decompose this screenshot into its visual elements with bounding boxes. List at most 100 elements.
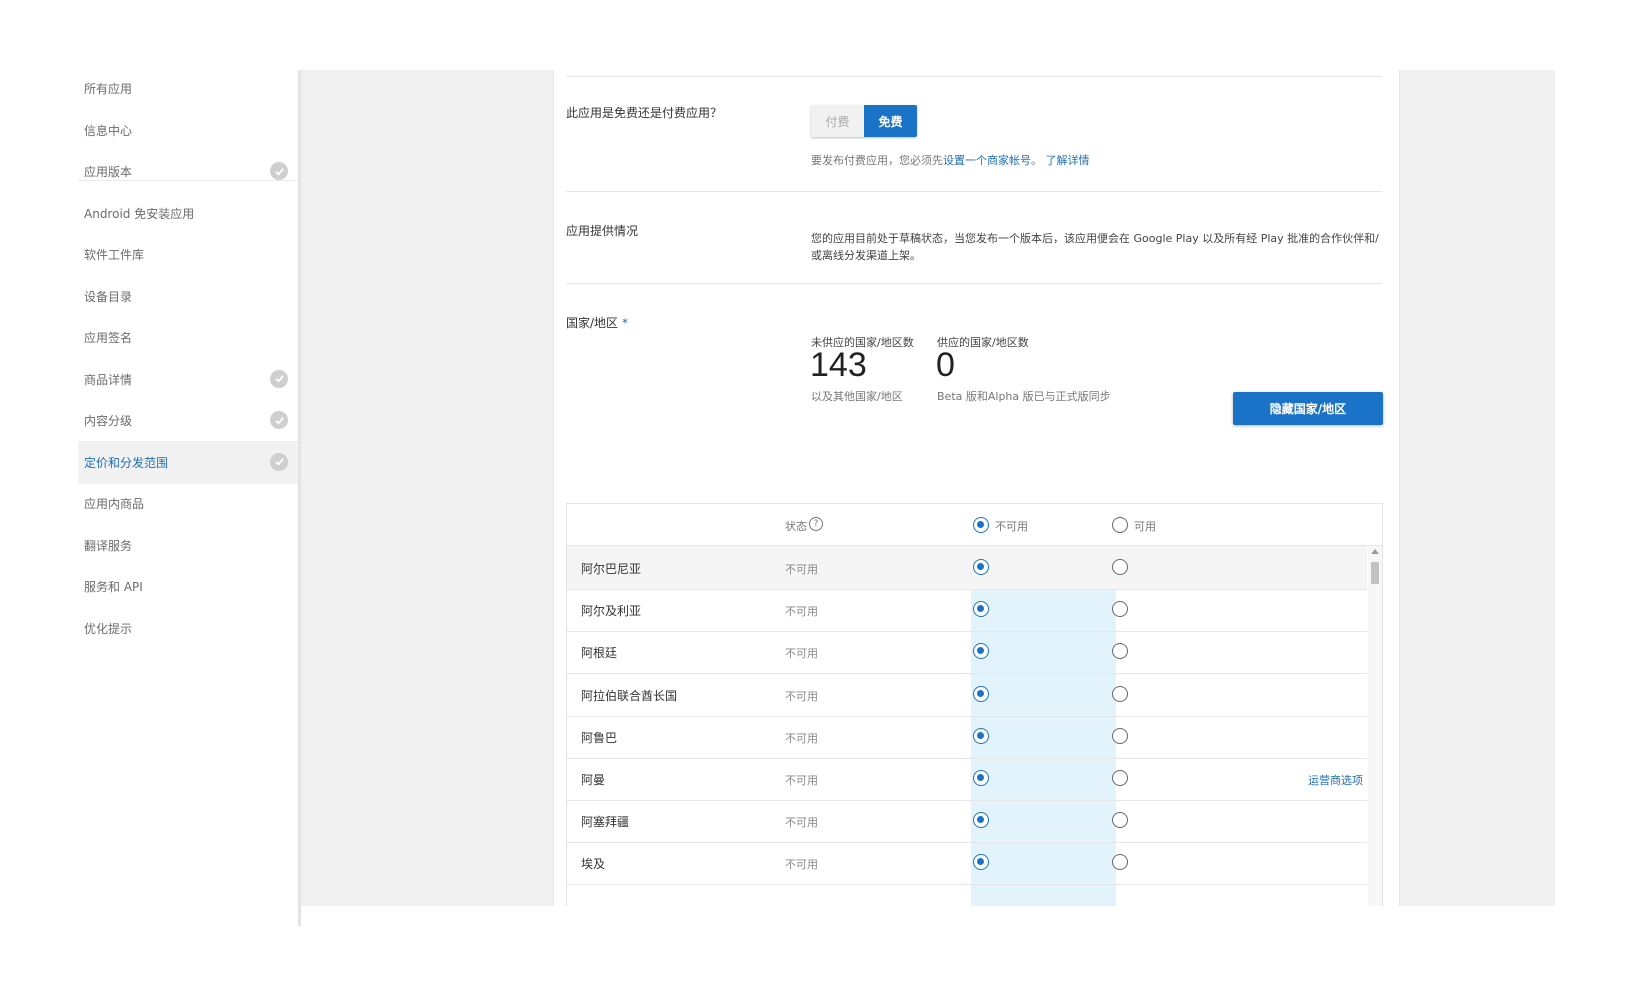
available-count: 0: [936, 346, 955, 384]
sidebar-item-label: 应用内商品: [84, 497, 145, 511]
sidebar-item[interactable]: 服务和 API: [78, 565, 298, 608]
sidebar-item-label: 内容分级: [84, 414, 133, 428]
country-availability-table: 状态 ? 不可用 可用 阿尔巴尼亚 不可用 阿尔及利亚 不可用 阿根廷 不可用 阿拉伯联合酋…: [566, 503, 1383, 906]
divider: [566, 76, 1382, 77]
country-status: 不可用: [785, 605, 818, 619]
help-icon[interactable]: ?: [809, 517, 823, 531]
background-gutter-left: [301, 70, 553, 906]
table-row: 阿塞拜疆 不可用: [567, 799, 1367, 844]
scrollbar-thumb[interactable]: [1371, 562, 1379, 584]
country-status: 不可用: [785, 816, 818, 830]
pricing-question-label: 此应用是免费还是付费应用？: [566, 106, 723, 120]
unavailable-header: 不可用: [995, 520, 1028, 533]
country-name: 阿鲁巴: [581, 730, 618, 745]
country-status: 不可用: [785, 731, 818, 745]
sidebar-item[interactable]: 所有应用: [78, 67, 298, 110]
sidebar-item-label: 应用版本: [84, 165, 133, 179]
country-status: 不可用: [785, 689, 818, 703]
table-scrollbar[interactable]: [1368, 546, 1382, 906]
table-row: 阿根廷 不可用: [567, 630, 1367, 675]
unavailable-count-sub: 以及其他国家/地区: [811, 390, 903, 403]
country-name: 阿根廷: [581, 646, 618, 661]
sidebar-item[interactable]: 优化提示: [78, 607, 298, 650]
carrier-options-link[interactable]: 运营商选项: [1308, 772, 1363, 788]
sidebar-item[interactable]: 商品详情: [78, 358, 298, 401]
sidebar-item-label: 服务和 API: [84, 580, 143, 594]
hint-separator: 。: [1031, 154, 1042, 167]
sidebar-item-label: Android 免安装应用: [84, 206, 195, 221]
sidebar-item[interactable]: Android 免安装应用: [78, 192, 298, 235]
merchant-account-link[interactable]: 设置一个商家帐号: [943, 154, 1031, 167]
scroll-up-arrow-icon[interactable]: [1371, 549, 1379, 554]
sidebar-item[interactable]: 应用版本: [78, 150, 298, 193]
countries-label-text: 国家/地区: [566, 316, 619, 330]
table-row: 埃及 不可用: [567, 841, 1367, 886]
paid-app-hint: 要发布付费应用，您必须先设置一个商家帐号。 了解详情: [811, 152, 1090, 168]
table-row: 阿尔及利亚 不可用: [567, 588, 1367, 633]
divider: [566, 283, 1382, 284]
available-radio[interactable]: [1112, 812, 1128, 829]
table-row: 阿拉伯联合酋长国 不可用: [567, 673, 1367, 717]
select-all-unavailable-radio[interactable]: [973, 517, 989, 533]
available-radio[interactable]: [1112, 854, 1128, 871]
unavailable-radio[interactable]: [973, 685, 989, 702]
checkmark-icon: [270, 452, 288, 471]
free-option-button[interactable]: 免费: [864, 105, 917, 137]
sidebar-item[interactable]: 设备目录: [78, 275, 298, 318]
divider: [566, 191, 1382, 192]
checkmark-icon: [270, 162, 288, 180]
sidebar-item[interactable]: 内容分级: [78, 399, 298, 442]
unavailable-radio[interactable]: [973, 643, 989, 660]
available-radio[interactable]: [1112, 770, 1128, 786]
sidebar-item-label: 应用签名: [84, 331, 133, 345]
sidebar-item[interactable]: 翻译服务: [78, 524, 298, 567]
learn-more-link[interactable]: 了解详情: [1046, 154, 1090, 167]
available-radio[interactable]: [1112, 643, 1128, 660]
available-radio[interactable]: [1112, 685, 1128, 702]
country-name: 阿曼: [581, 773, 606, 787]
table-row: 阿鲁巴 不可用: [567, 715, 1367, 759]
unavailable-radio[interactable]: [973, 559, 989, 575]
sidebar-item-label: 设备目录: [84, 289, 133, 304]
country-status: 不可用: [785, 858, 818, 872]
sidebar-nav: 所有应用信息中心应用版本 Android 免安装应用软件工件库设备目录应用签名商品…: [78, 70, 300, 926]
available-radio[interactable]: [1112, 559, 1128, 575]
unavailable-radio[interactable]: [973, 770, 989, 786]
country-status: 不可用: [785, 647, 818, 661]
available-header: 可用: [1134, 520, 1156, 533]
paid-free-toggle[interactable]: 付费 免费: [811, 105, 917, 137]
paid-option-button[interactable]: 付费: [811, 105, 864, 137]
country-name: 埃及: [581, 857, 606, 872]
app-availability-text: 您的应用目前处于草稿状态，当您发布一个版本后，该应用便会在 Google Pla…: [811, 232, 1379, 262]
checkmark-icon: [270, 411, 288, 429]
checkmark-icon: [270, 369, 288, 388]
sidebar-item-label: 优化提示: [84, 621, 133, 636]
unavailable-radio[interactable]: [973, 601, 989, 618]
unavailable-radio[interactable]: [973, 854, 989, 871]
table-row: 阿尔巴尼亚 不可用: [567, 546, 1367, 590]
available-radio[interactable]: [1112, 727, 1128, 744]
unavailable-count: 143: [810, 346, 867, 384]
unavailable-radio[interactable]: [973, 727, 989, 744]
sidebar-item[interactable]: 软件工件库: [78, 233, 298, 276]
countries-label: 国家/地区 *: [566, 314, 628, 331]
background-gutter-right: [1400, 70, 1555, 906]
pricing-distribution-panel: 此应用是免费还是付费应用？ 付费 免费 要发布付费应用，您必须先设置一个商家帐号…: [553, 70, 1400, 906]
sidebar-item-label: 定价和分发范围: [84, 455, 169, 470]
sidebar-item[interactable]: 应用内商品: [78, 482, 298, 525]
table-row: 阿曼 不可用 运营商选项: [567, 757, 1367, 801]
available-count-sub: Beta 版和Alpha 版已与正式版同步: [937, 390, 1111, 403]
hide-countries-button[interactable]: 隐藏国家/地区: [1233, 392, 1383, 425]
sidebar-item-label: 翻译服务: [84, 538, 133, 553]
sidebar-item[interactable]: 定价和分发范围: [78, 440, 298, 484]
available-radio[interactable]: [1112, 601, 1128, 618]
country-status: 不可用: [785, 563, 818, 576]
hint-text: 要发布付费应用，您必须先: [811, 154, 943, 167]
sidebar-item-label: 所有应用: [84, 82, 133, 96]
sidebar-item[interactable]: 应用签名: [78, 316, 298, 359]
sidebar-item[interactable]: 信息中心: [78, 109, 298, 152]
sidebar-item-label: 商品详情: [84, 372, 133, 387]
sidebar-item-label: 信息中心: [84, 123, 133, 138]
select-all-available-radio[interactable]: [1112, 517, 1128, 533]
unavailable-radio[interactable]: [973, 812, 989, 829]
